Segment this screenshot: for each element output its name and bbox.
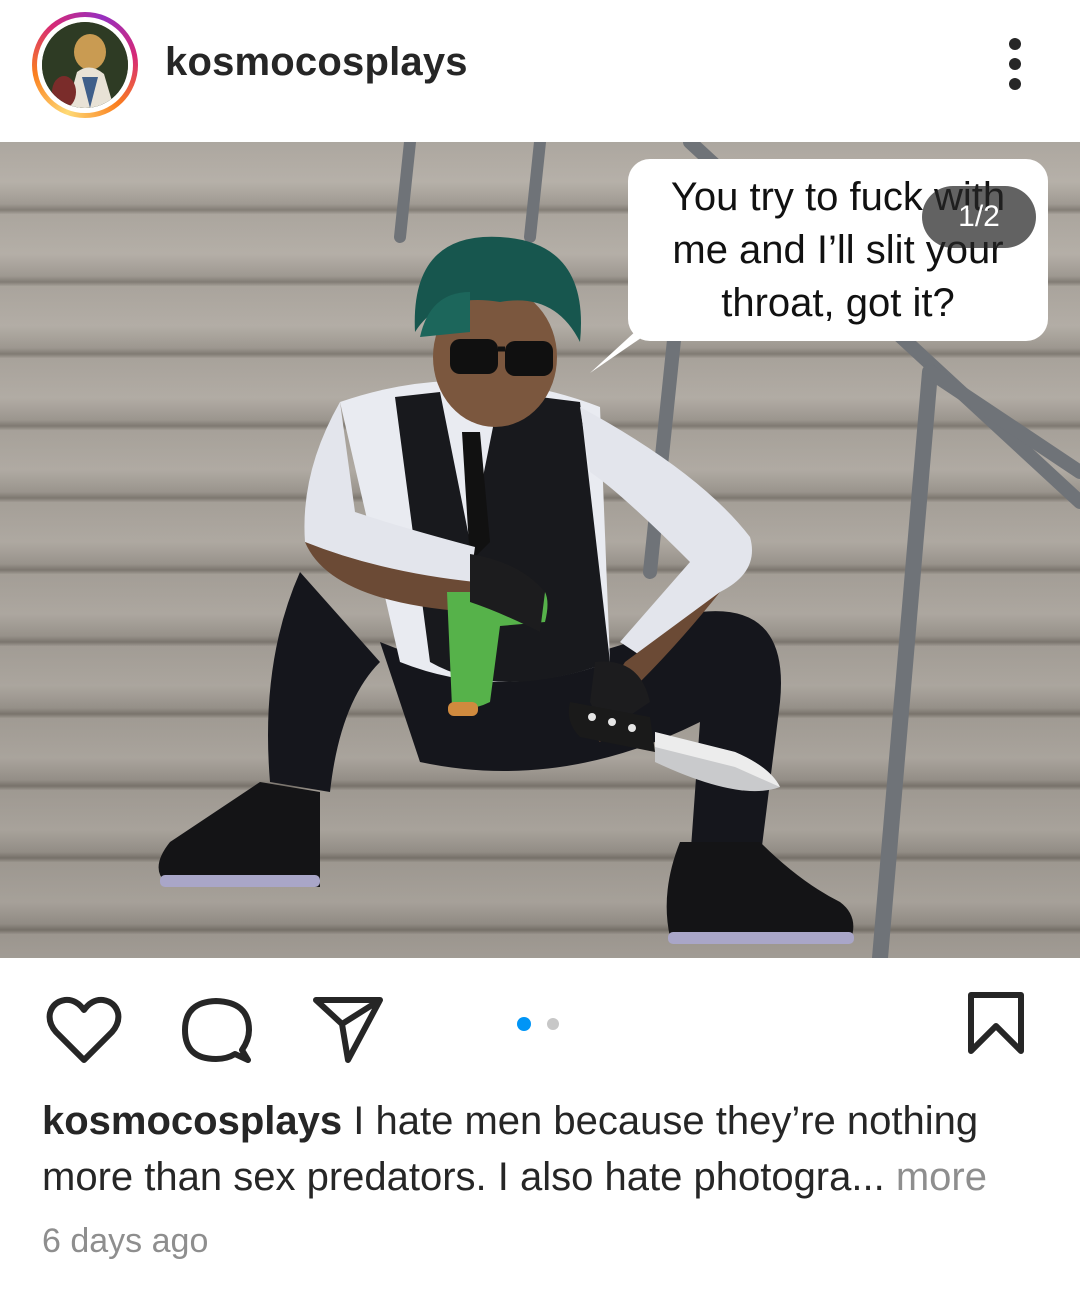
comment-button[interactable] bbox=[180, 996, 254, 1068]
avatar[interactable] bbox=[42, 22, 128, 108]
avatar-story-ring[interactable] bbox=[32, 12, 138, 118]
heart-icon bbox=[46, 996, 122, 1063]
post-caption: kosmocosplays I hate men because they’re… bbox=[42, 1093, 1042, 1205]
post-photo[interactable]: You try to fuck with me and I’ll slit yo… bbox=[0, 142, 1080, 958]
caption-ellipsis: ... bbox=[851, 1155, 885, 1199]
vertical-ellipsis-icon bbox=[1009, 38, 1021, 90]
person-figure bbox=[158, 236, 854, 944]
post-actions bbox=[0, 958, 1080, 1088]
caption-username[interactable]: kosmocosplays bbox=[42, 1099, 342, 1143]
carousel-dot-active bbox=[517, 1017, 531, 1031]
post-header: kosmocosplays bbox=[0, 0, 1080, 142]
carousel-counter: 1/2 bbox=[922, 186, 1036, 248]
post-username[interactable]: kosmocosplays bbox=[165, 40, 468, 85]
paper-plane-icon bbox=[313, 997, 383, 1063]
save-button[interactable] bbox=[966, 992, 1026, 1056]
caption-more-link[interactable]: more bbox=[885, 1155, 987, 1199]
avatar-image bbox=[42, 22, 128, 108]
post-timestamp[interactable]: 6 days ago bbox=[42, 1222, 208, 1261]
carousel-dot-inactive bbox=[547, 1018, 559, 1030]
bookmark-icon bbox=[968, 992, 1024, 1054]
more-options-button[interactable] bbox=[995, 36, 1035, 92]
like-button[interactable] bbox=[46, 996, 122, 1066]
share-button[interactable] bbox=[312, 994, 384, 1066]
comment-icon bbox=[182, 998, 252, 1063]
